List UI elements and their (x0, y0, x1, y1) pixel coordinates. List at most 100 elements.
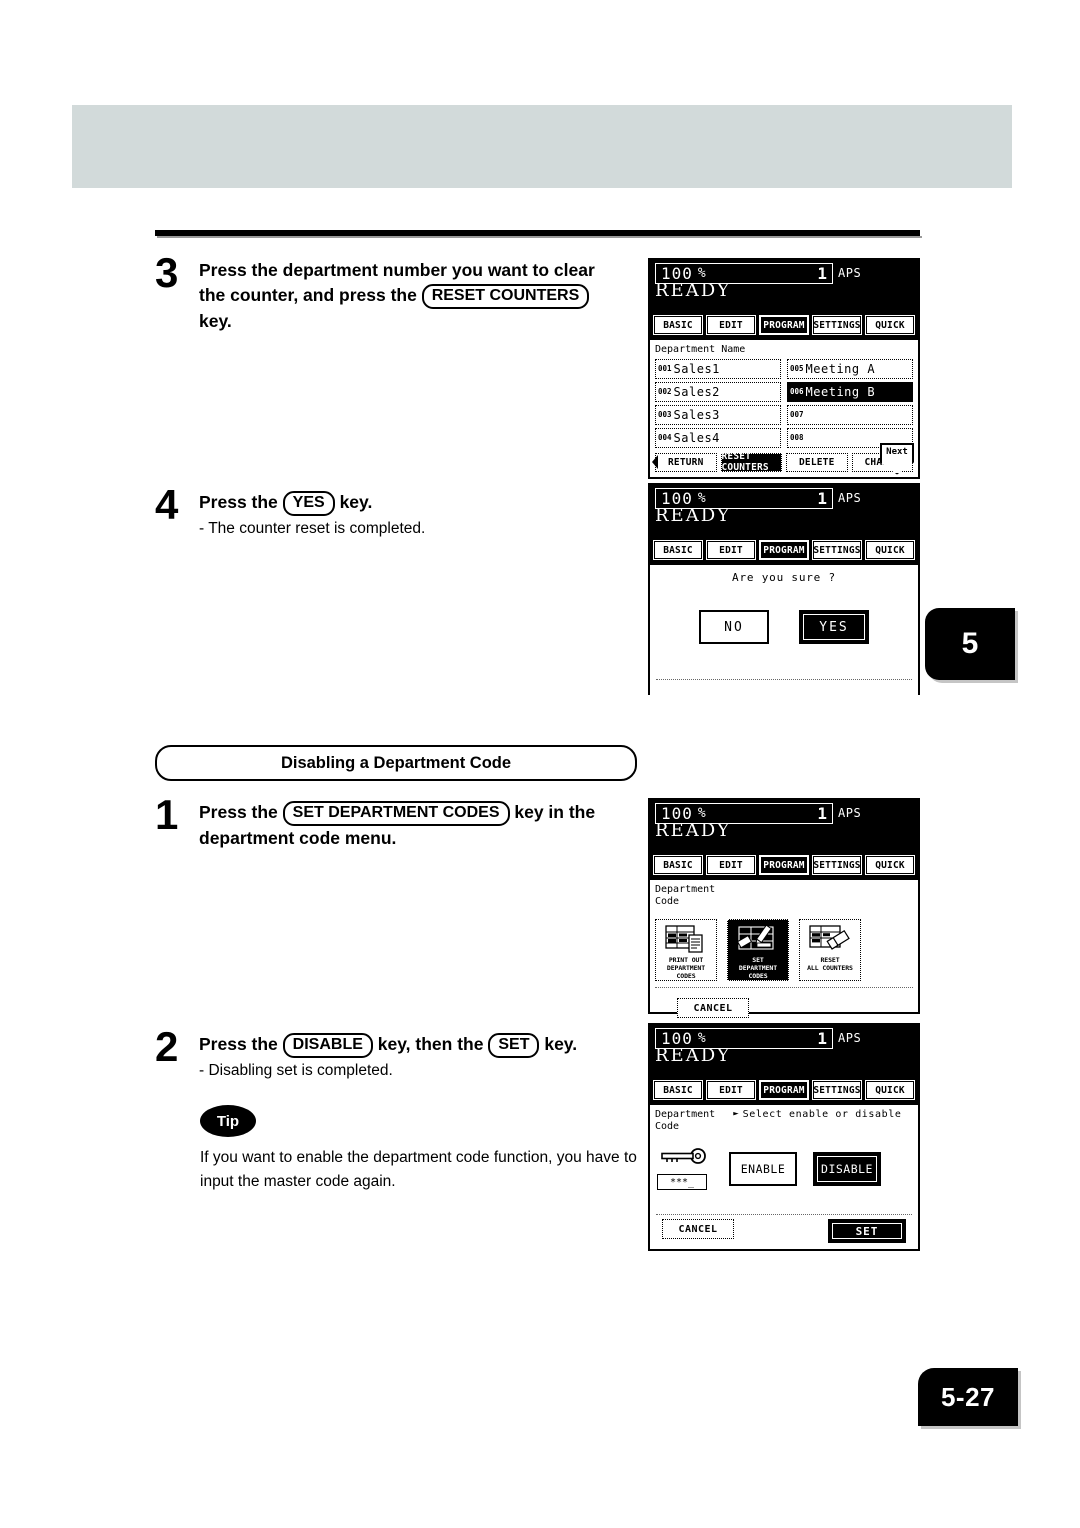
master-code-mask: ***_ (657, 1174, 707, 1190)
paper-mode-1: APS (838, 266, 862, 280)
department-code: 005 (790, 364, 804, 373)
step-2-title-b: key, then the (377, 1034, 484, 1054)
cancel-button-4[interactable]: CANCEL (662, 1219, 734, 1239)
tab-program-3[interactable]: PROGRAM (759, 855, 809, 875)
department-code: 007 (790, 410, 804, 419)
reset-counters-keycap: RESET COUNTERS (421, 284, 590, 310)
department-code-label-3: Department Code (655, 884, 913, 907)
reset-all-counters-button[interactable]: RESET ALL COUNTERS (799, 919, 861, 981)
lcd-status-bar-1: 100 % 1 APS READY (650, 260, 918, 314)
tip-badge: Tip (200, 1105, 256, 1137)
department-name: Sales2 (673, 384, 720, 399)
tab-settings-2[interactable]: SETTINGS (812, 540, 862, 560)
step-4-title-a: Press the (199, 492, 278, 512)
department-name: Meeting A (805, 361, 876, 376)
step-1: 1 Press the SET DEPARTMENT CODES key in … (155, 794, 635, 851)
tab-quick-2[interactable]: QUICK (865, 540, 915, 560)
tab-quick-3[interactable]: QUICK (865, 855, 915, 875)
lcd-body-1: Department Name 001 Sales1 005 Meeting A… (650, 340, 918, 477)
set-department-codes-icon (737, 922, 779, 956)
tab-settings-1[interactable]: SETTINGS (812, 315, 862, 335)
lcd-footer-1: RETURN RESET COUNTERS DELETE CHANGE (652, 451, 913, 473)
yes-keycap: YES (282, 491, 335, 516)
no-button[interactable]: NO (699, 610, 769, 644)
department-cell-selected[interactable]: 006 Meeting B (787, 381, 913, 402)
step-4-note: - The counter reset is completed. (199, 520, 426, 537)
tab-edit-3[interactable]: EDIT (706, 855, 756, 875)
cancel-button-3[interactable]: CANCEL (677, 998, 749, 1018)
tab-program-4[interactable]: PROGRAM (759, 1080, 809, 1100)
master-code-key-group: ***_ (657, 1148, 713, 1190)
lcd-panel-enable-disable: 100 % 1 APS READY BASIC EDIT PROGRAM SET… (648, 1023, 920, 1251)
tab-basic-4[interactable]: BASIC (653, 1080, 703, 1100)
paper-mode-2: APS (838, 491, 862, 505)
department-code: 008 (790, 433, 804, 442)
print-out-department-codes-button[interactable]: PRINT OUT DEPARTMENT CODES (655, 919, 717, 981)
lcd-tabs-3: BASIC EDIT PROGRAM SETTINGS QUICK (650, 854, 918, 880)
percent-symbol-4: % (697, 1031, 706, 1046)
department-cell[interactable]: 007 (787, 404, 913, 425)
tab-quick-4[interactable]: QUICK (865, 1080, 915, 1100)
department-cell[interactable]: 003 Sales3 (655, 404, 781, 425)
department-code-menu-items: PRINT OUT DEPARTMENT CODES SET DEPARTMEN… (655, 919, 913, 981)
set-button[interactable]: SET (828, 1219, 906, 1243)
enable-disable-footer: CANCEL SET (656, 1219, 912, 1243)
step-4-title-b: key. (339, 492, 373, 512)
pointer-arrow-icon: ► (733, 1109, 739, 1119)
return-button[interactable]: RETURN (652, 452, 717, 472)
set-label-2: DEPARTMENT CODES (738, 963, 778, 980)
tab-quick-1[interactable]: QUICK (865, 315, 915, 335)
tab-edit-2[interactable]: EDIT (706, 540, 756, 560)
paper-mode-4: APS (838, 1031, 862, 1045)
print-out-label-2: DEPARTMENT CODES (666, 963, 706, 980)
department-cell[interactable]: 004 Sales4 (655, 427, 781, 448)
confirm-buttons: NO YES (655, 610, 913, 644)
department-code-label4-line1: Department (655, 1109, 716, 1120)
set-department-codes-button[interactable]: SET DEPARTMENT CODES (727, 919, 789, 981)
tab-basic-3[interactable]: BASIC (653, 855, 703, 875)
step-3: 3 Press the department number you want t… (155, 252, 625, 335)
department-cell[interactable]: 005 Meeting A (787, 358, 913, 379)
tab-edit-1[interactable]: EDIT (706, 315, 756, 335)
percent-symbol-2: % (697, 491, 706, 506)
step-2-title-c: key. (544, 1034, 578, 1054)
tab-program-2[interactable]: PROGRAM (759, 540, 809, 560)
disable-button[interactable]: DISABLE (813, 1152, 881, 1186)
copy-count-1: 1 (817, 264, 827, 283)
yes-button[interactable]: YES (799, 610, 869, 644)
lcd-status-bar-3: 100 % 1 APS READY (650, 800, 918, 854)
delete-button[interactable]: DELETE (786, 452, 848, 472)
tab-settings-3[interactable]: SETTINGS (812, 855, 862, 875)
copy-count-4: 1 (817, 1029, 827, 1048)
reset-counters-button[interactable]: RESET COUNTERS (720, 451, 782, 473)
step-2-title: Press the DISABLE key, then the SET key. (199, 1032, 645, 1058)
step-3-line3: key. (199, 311, 232, 332)
enable-disable-header: Department Code ► Select enable or disab… (655, 1109, 913, 1132)
tab-edit-4[interactable]: EDIT (706, 1080, 756, 1100)
department-cell[interactable]: 002 Sales2 (655, 381, 781, 402)
set-label-1: SET (752, 955, 764, 964)
department-cell[interactable]: 001 Sales1 (655, 358, 781, 379)
department-code: 002 (658, 387, 672, 396)
step-3-line1: Press the department number you want to … (199, 260, 595, 280)
status-text-4: READY (655, 1045, 732, 1066)
status-text-3: READY (655, 820, 732, 841)
step-4-title: Press the YES key. (199, 490, 625, 516)
department-code: 006 (790, 387, 804, 396)
enable-button[interactable]: ENABLE (729, 1152, 797, 1186)
manual-page: 5 5-27 3 Press the department number you… (0, 0, 1080, 1528)
section-heading: Disabling a Department Code (155, 745, 637, 781)
tab-program-1[interactable]: PROGRAM (759, 315, 809, 335)
tab-settings-4[interactable]: SETTINGS (812, 1080, 862, 1100)
print-out-label-1: PRINT OUT (668, 955, 704, 964)
set-department-codes-keycap: SET DEPARTMENT CODES (282, 801, 510, 826)
tab-basic-1[interactable]: BASIC (653, 315, 703, 335)
lcd-status-bar-2: 100 % 1 APS READY (650, 485, 918, 539)
lcd-tabs-2: BASIC EDIT PROGRAM SETTINGS QUICK (650, 539, 918, 565)
enable-disable-row: ***_ ENABLE DISABLE (655, 1148, 913, 1190)
step-3-line2: the counter, and press the (199, 285, 417, 306)
step-1-number: 1 (155, 791, 179, 838)
tab-basic-2[interactable]: BASIC (653, 540, 703, 560)
separator-3 (655, 987, 913, 988)
reset-all-counters-icon (809, 922, 851, 956)
